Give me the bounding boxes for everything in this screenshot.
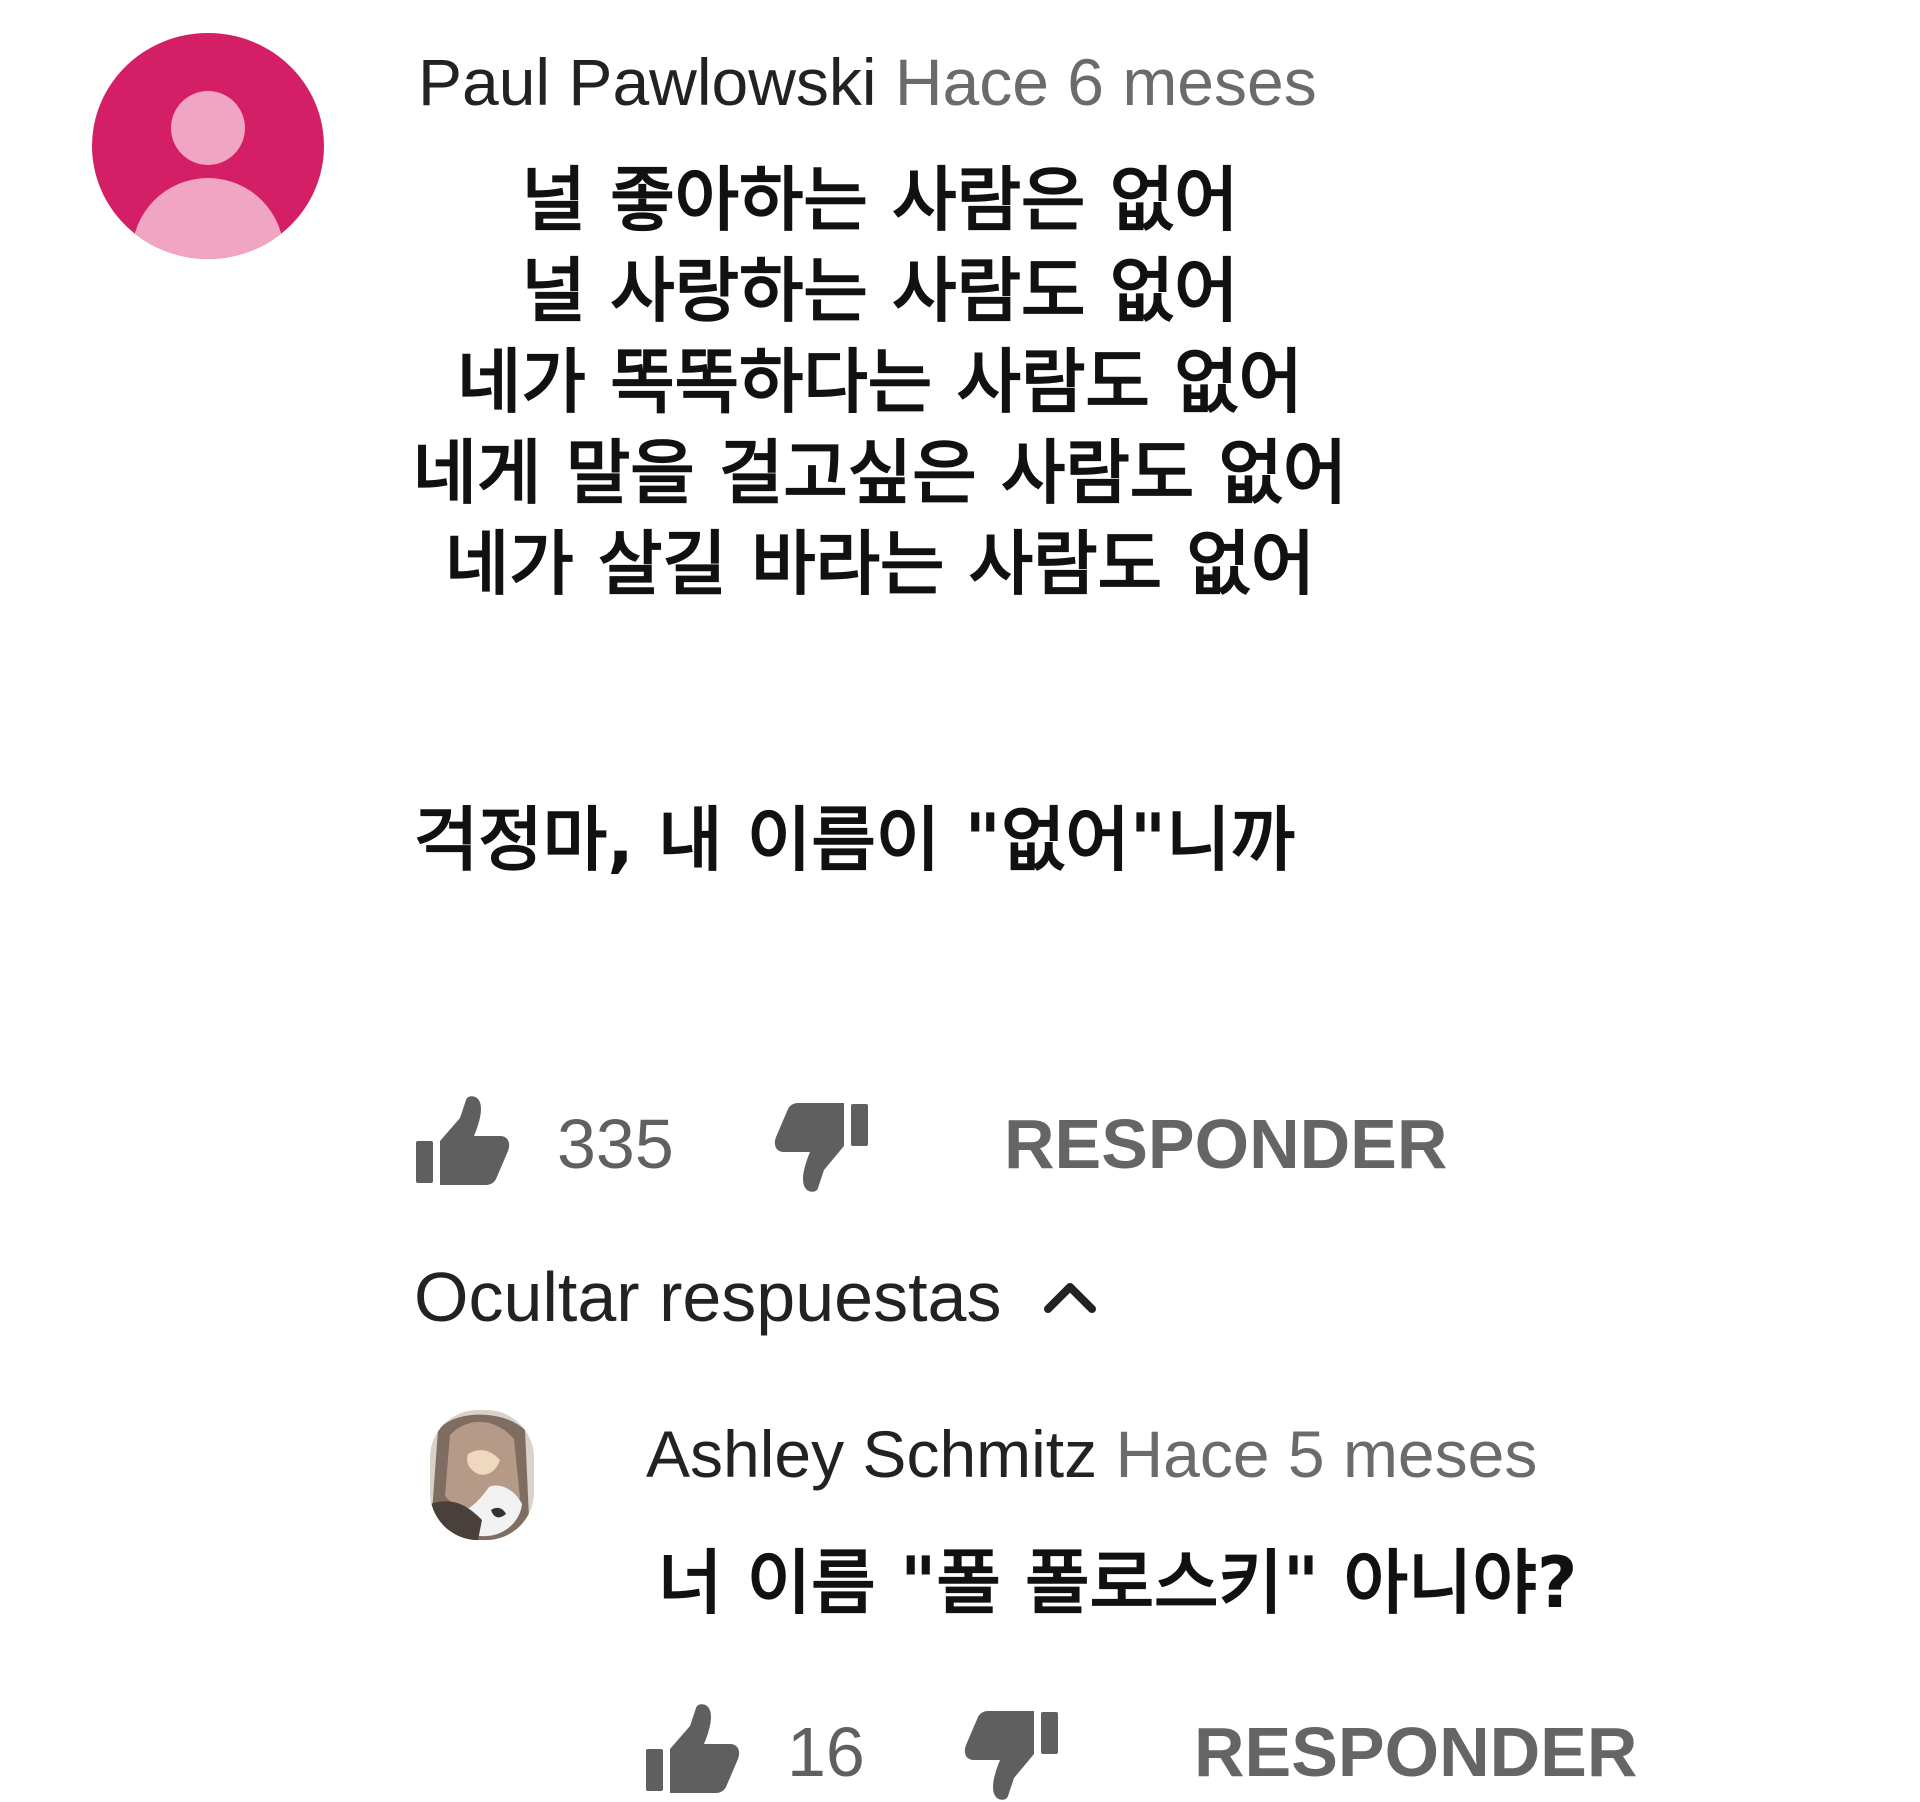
comment-action-bar: 335 RESPONDER (412, 1094, 1447, 1194)
hide-replies-button[interactable]: Ocultar respuestas (414, 1257, 1097, 1337)
avatar-head-shape (171, 91, 245, 165)
reply-header: Ashley Schmitz Hace 5 meses (646, 1416, 1537, 1492)
reply-action-bar: 16 RESPONDER (642, 1702, 1637, 1802)
comment-text: 널 좋아하는 사람은 없어 널 사랑하는 사람도 없어 네가 똑똑하다는 사람도… (340, 155, 1420, 610)
like-count: 16 (787, 1713, 865, 1791)
like-count: 335 (557, 1105, 674, 1183)
reply-author-name[interactable]: Ashley Schmitz (646, 1417, 1097, 1491)
reply-user-avatar[interactable] (430, 1410, 534, 1540)
thumbs-up-icon[interactable] (412, 1094, 512, 1194)
reply-button[interactable]: RESPONDER (1194, 1712, 1637, 1792)
comment-text-line: 네가 살길 바라는 사람도 없어 (444, 523, 1316, 605)
comment-header: Paul Pawlowski Hace 6 meses (418, 44, 1317, 120)
comment-punchline-text: 걱정마, 내 이름이 "없어"니까 (414, 799, 1296, 881)
comment-author-name[interactable]: Paul Pawlowski (418, 45, 877, 119)
comment-text-line: 네가 똑똑하다는 사람도 없어 (457, 341, 1303, 423)
reply-text: 너 이름 "폴 폴로스키" 아니야? (658, 1542, 1578, 1624)
comment-timestamp[interactable]: Hace 6 meses (895, 45, 1317, 119)
comment-text-line: 널 사랑하는 사람도 없어 (521, 250, 1239, 332)
reply-timestamp[interactable]: Hace 5 meses (1115, 1417, 1537, 1491)
thumbs-up-icon[interactable] (642, 1702, 742, 1802)
comment-text-line: 널 좋아하는 사람은 없어 (521, 159, 1239, 241)
thumbs-down-icon[interactable] (962, 1702, 1062, 1802)
comment-thread: Paul Pawlowski Hace 6 meses 널 좋아하는 사람은 없… (0, 0, 1920, 1802)
avatar-body-shape (132, 178, 284, 259)
default-user-avatar-icon[interactable] (92, 33, 324, 259)
reply-button[interactable]: RESPONDER (1004, 1104, 1447, 1184)
comment-text-line: 네게 말을 걸고싶은 사람도 없어 (412, 432, 1348, 514)
thumbs-down-icon[interactable] (772, 1094, 872, 1194)
hide-replies-label: Ocultar respuestas (414, 1258, 1002, 1336)
chevron-up-icon (1043, 1283, 1096, 1313)
